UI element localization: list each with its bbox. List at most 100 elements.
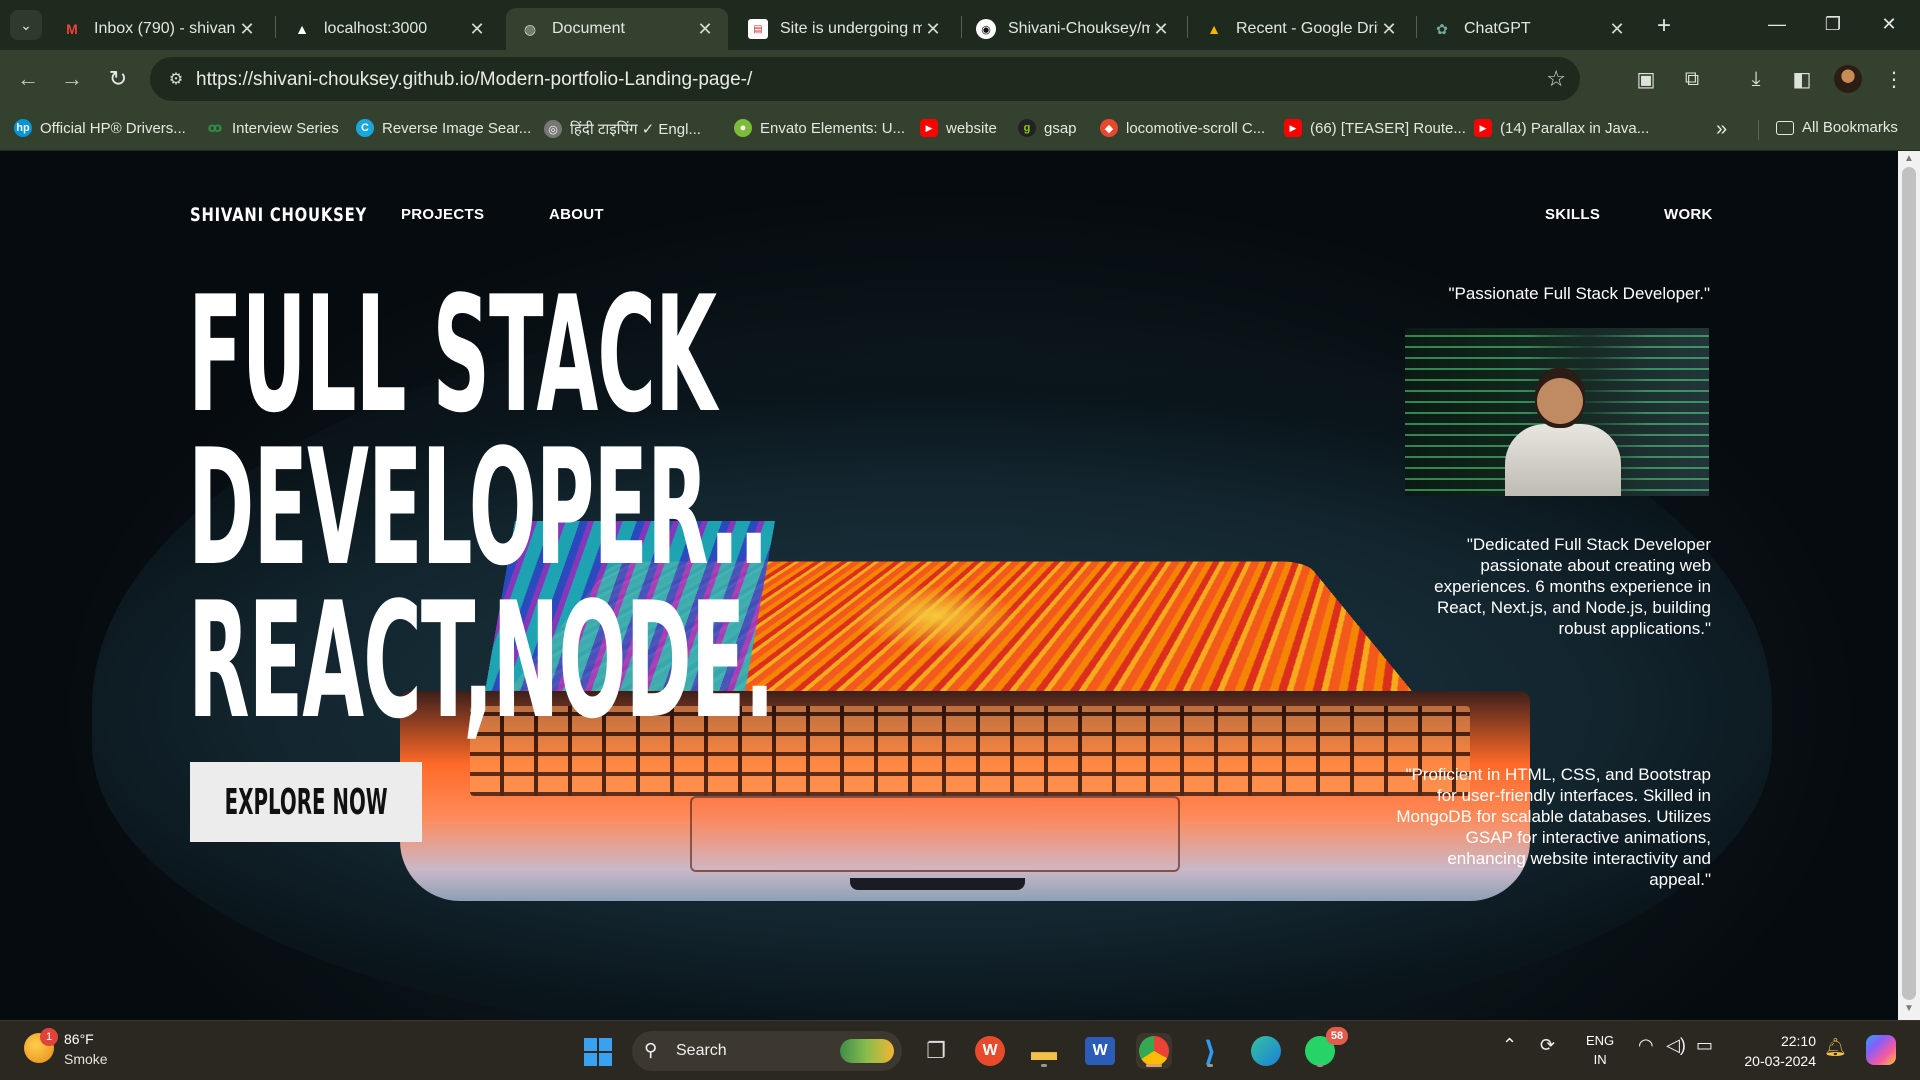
start-button[interactable] (584, 1038, 612, 1066)
reverse-image-icon: C (356, 119, 374, 137)
taskbar-search[interactable]: ⚲ Search (632, 1031, 902, 1071)
tab-document[interactable]: ◍ Document ✕ (506, 8, 728, 50)
site-logo[interactable]: SHIVANI CHOUKSEY (190, 204, 367, 226)
nav-about[interactable]: ABOUT (549, 206, 604, 223)
battery-icon[interactable]: ▭ (1696, 1035, 1713, 1056)
laptop-trackpad (690, 796, 1180, 872)
download-icon[interactable]: ⤓ (1740, 63, 1772, 95)
sync-icon[interactable]: ⟳ (1540, 1035, 1555, 1056)
bookmark-label: हिंदी टाइपिंग ✓ Engl... (570, 121, 701, 138)
bookmark-reverse-image[interactable]: C Reverse Image Sear... (356, 119, 531, 137)
copilot-icon[interactable] (1866, 1035, 1896, 1065)
nav-skills[interactable]: SKILLS (1545, 206, 1600, 223)
nav-projects[interactable]: PROJECTS (401, 206, 484, 223)
tab-title: Site is undergoing m (780, 20, 922, 37)
bookmark-hindi-typing[interactable]: ◎ हिंदी टाइपिंग ✓ Engl... (544, 119, 701, 139)
close-icon[interactable]: ✕ (922, 19, 944, 40)
bookmark-locomotive[interactable]: ◆ locomotive-scroll C... (1100, 119, 1265, 137)
word-app[interactable]: W (1082, 1033, 1118, 1069)
volume-icon[interactable]: ◁) (1666, 1035, 1686, 1056)
forward-button[interactable]: → (54, 61, 90, 97)
nav-work[interactable]: WORK (1664, 206, 1713, 223)
tab-site-maintenance[interactable]: ▤ Site is undergoing m ✕ (734, 8, 956, 50)
profile-avatar[interactable] (1834, 65, 1862, 93)
notification-bell-icon[interactable]: 🔔︎ (1824, 1037, 1847, 1058)
chevron-up-icon[interactable]: ⌃ (1502, 1035, 1517, 1056)
wifi-icon[interactable]: ◠ (1638, 1035, 1654, 1056)
clock-time: 22:10 (1780, 1033, 1816, 1049)
tab-github[interactable]: ◉ Shivani-Chouksey/m ✕ (962, 8, 1184, 50)
new-tab-button[interactable]: + (1650, 12, 1678, 40)
screen-capture-icon[interactable]: ▣ (1630, 63, 1662, 95)
bookmark-gsap[interactable]: g gsap (1018, 119, 1077, 137)
explore-now-button[interactable]: EXPLORE NOW (190, 762, 422, 842)
bookmarks-bar: hp Official HP® Drivers... ꝏ Interview S… (0, 108, 1920, 151)
vscode-app[interactable]: ⟩ (1192, 1033, 1228, 1069)
scrollbar-thumb[interactable] (1902, 167, 1916, 1000)
file-explorer-app[interactable]: ▬ (1026, 1033, 1062, 1069)
folder-icon: ▬ (1031, 1035, 1057, 1066)
windows-taskbar: 1 86°F Smoke ⚲ Search ❐ W ▬ W ⟩ 58 ⌃ ⟳ E… (0, 1020, 1920, 1080)
url-text[interactable]: https://shivani-chouksey.github.io/Moder… (196, 69, 752, 91)
tab-title: Recent - Google Driv (1236, 20, 1378, 37)
side-panel-icon[interactable]: ◧ (1786, 63, 1818, 95)
search-label: Search (676, 1042, 727, 1059)
menu-kebab-icon[interactable]: ⋮ (1878, 63, 1910, 95)
scroll-down-icon[interactable]: ▼ (1904, 1003, 1914, 1014)
bookmark-hp-drivers[interactable]: hp Official HP® Drivers... (14, 119, 186, 137)
system-clock[interactable]: 22:10 20-03-2024 (1734, 1031, 1816, 1071)
site-settings-icon[interactable]: ⚙ (164, 67, 188, 91)
tab-title: ChatGPT (1464, 20, 1531, 37)
task-view-button[interactable]: ❐ (918, 1033, 954, 1069)
restore-button[interactable]: ❐ (1806, 6, 1860, 42)
hp-icon: hp (14, 119, 32, 137)
back-button[interactable]: ← (10, 61, 46, 97)
reload-button[interactable]: ↻ (100, 61, 136, 97)
close-window-button[interactable]: ✕ (1862, 6, 1916, 42)
tab-localhost[interactable]: ▲ localhost:3000 ✕ (278, 8, 500, 50)
close-icon[interactable]: ✕ (1150, 19, 1172, 40)
wps-office-app[interactable]: W (972, 1033, 1008, 1069)
restore-icon: ❐ (1824, 13, 1842, 34)
bookmarks-separator (1758, 120, 1759, 140)
bookmark-website[interactable]: ▶ website (920, 119, 997, 137)
tab-title: Inbox (790) - shivanic (94, 20, 236, 37)
close-icon[interactable]: ✕ (1606, 19, 1628, 40)
chatgpt-icon: ✿ (1436, 20, 1448, 37)
tab-chatgpt[interactable]: ✿ ChatGPT ✕ (1418, 8, 1640, 50)
extensions-icon[interactable]: ⧉ (1676, 63, 1708, 95)
minimize-button[interactable]: — (1750, 6, 1804, 42)
browser-toolbar: ← → ↻ ⚙ https://shivani-chouksey.github.… (0, 50, 1920, 108)
bookmark-envato[interactable]: ● Envato Elements: U... (734, 119, 905, 137)
bookmark-label: gsap (1044, 119, 1077, 137)
folder-icon (1776, 120, 1794, 135)
skills-paragraph: "Proficient in HTML, CSS, and Bootstrap … (1396, 765, 1711, 889)
bookmark-interview-series[interactable]: ꝏ Interview Series (206, 119, 339, 137)
page-scrollbar[interactable]: ▲ ▼ (1898, 151, 1920, 1020)
address-bar[interactable]: ⚙ https://shivani-chouksey.github.io/Mod… (150, 57, 1580, 101)
close-icon[interactable]: ✕ (694, 19, 716, 40)
close-icon[interactable]: ✕ (1378, 19, 1400, 40)
bookmark-parallax[interactable]: ▶ (14) Parallax in Java... (1474, 119, 1649, 137)
close-icon[interactable]: ✕ (236, 19, 258, 40)
tab-gmail[interactable]: M Inbox (790) - shivanic ✕ (48, 8, 270, 50)
all-bookmarks-button[interactable]: All Bookmarks (1776, 119, 1898, 136)
bookmarks-overflow-icon[interactable]: » (1716, 118, 1727, 141)
hero-line-2: DEVELOPER.. (188, 414, 769, 601)
chevron-down-icon: ⌄ (20, 16, 32, 33)
envato-icon: ● (734, 119, 752, 137)
tab-search-button[interactable]: ⌄ (10, 10, 42, 40)
bookmark-star-icon[interactable]: ☆ (1546, 66, 1566, 92)
hero-heading: FULL STACK DEVELOPER.. REACT,NODE. (188, 261, 775, 741)
language-indicator[interactable]: ENG IN (1586, 1031, 1614, 1069)
whatsapp-app[interactable]: 58 (1302, 1027, 1348, 1069)
chrome-app[interactable] (1136, 1033, 1172, 1069)
tab-google-drive[interactable]: ▲ Recent - Google Driv ✕ (1190, 8, 1412, 50)
bookmark-teaser-route[interactable]: ▶ (66) [TEASER] Route... (1284, 119, 1466, 137)
hero-line-1: FULL STACK (188, 261, 717, 448)
scroll-up-icon[interactable]: ▲ (1904, 153, 1914, 164)
tab-strip: ⌄ M Inbox (790) - shivanic ✕ ▲ localhost… (0, 0, 1920, 50)
close-icon[interactable]: ✕ (466, 19, 488, 40)
edge-app[interactable] (1248, 1033, 1284, 1069)
word-icon: W (1085, 1037, 1115, 1065)
